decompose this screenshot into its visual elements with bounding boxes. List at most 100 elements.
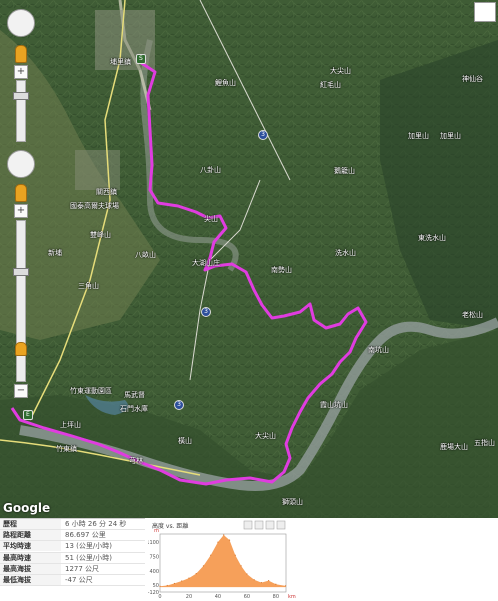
x-tick-label: 40 <box>215 594 221 600</box>
stats-row: 最高時速 51 (公里/小時) <box>0 552 145 564</box>
start-marker[interactable]: S <box>136 54 146 64</box>
place-label: 大尖山 <box>255 432 276 440</box>
stats-label: 最高時速 <box>0 552 61 563</box>
stats-value: 1277 公尺 <box>65 564 100 573</box>
elevation-point <box>260 582 262 584</box>
y-tick-label: 400 <box>149 569 159 575</box>
street-view-pegman-icon[interactable] <box>15 184 27 202</box>
elevation-point <box>210 554 212 556</box>
place-label: 加里山 <box>408 132 429 140</box>
elevation-chart: 110075040050-120020406080mkm <box>148 520 296 600</box>
place-label: 洗水山 <box>335 249 356 257</box>
place-label: 南坑山 <box>368 346 389 354</box>
place-label: 老松山 <box>462 311 483 319</box>
zoom-slider-handle[interactable] <box>13 92 29 100</box>
elevation-chart-title: 高度 vs. 距離 <box>152 523 189 530</box>
stats-label: 歷程 <box>0 519 61 530</box>
x-tick-label: 80 <box>273 594 279 600</box>
place-label: 國泰高爾夫球場 <box>70 202 119 210</box>
zoom-slider-handle[interactable] <box>13 268 29 276</box>
terrain-layer <box>0 0 498 518</box>
y-tick-label: -120 <box>148 590 159 596</box>
elevation-profile-panel: 110075040050-120020406080mkm 高度 vs. 距離 <box>148 518 498 600</box>
pan-control[interactable] <box>7 9 35 37</box>
place-label: 上坪山 <box>60 421 81 429</box>
map-type-toggle[interactable] <box>474 2 496 22</box>
place-label: 大尖山 <box>330 67 351 75</box>
stats-value: 51 (公里/小時) <box>65 553 112 562</box>
zoom-out-icon[interactable] <box>254 520 264 530</box>
zoom-out-button[interactable]: − <box>14 384 28 398</box>
stats-value: 86.697 公里 <box>65 531 106 540</box>
place-label: 三角山 <box>78 282 99 290</box>
elevation-point <box>195 573 197 575</box>
place-label: 大湖山庄 <box>192 259 220 267</box>
stats-row: 路程距離 86.697 公里 <box>0 530 145 542</box>
place-label: 竹東運動園區 <box>70 387 112 395</box>
satellite-map[interactable]: 埔里鎮 鯉魚山 八卦山 尖山 大湖山庄 南勢山 洗水山 鵝籠山 東洗水山 大尖山 紅毛山 加里山 加里山… <box>0 0 498 518</box>
elevation-point <box>217 541 219 543</box>
place-label: 新埔 <box>48 249 62 257</box>
google-logo: Google <box>3 501 51 515</box>
elevation-point <box>188 577 190 579</box>
place-label: 加里山 <box>440 132 461 140</box>
stats-row: 歷程 6 小時 26 分 24 秒 <box>0 519 145 531</box>
elevation-point <box>268 579 270 582</box>
place-label: 橫山 <box>178 437 192 445</box>
street-view-pegman-icon[interactable] <box>15 342 27 356</box>
stats-label: 平均時速 <box>0 541 61 552</box>
elevation-point <box>223 534 225 536</box>
elevation-point <box>159 585 161 587</box>
street-view-pegman-icon[interactable] <box>15 45 27 63</box>
elevation-point <box>246 573 248 575</box>
place-label: 紅毛山 <box>320 81 341 89</box>
stats-label: 最高海拔 <box>0 563 61 574</box>
place-label: 芎林 <box>129 457 143 465</box>
export-icon[interactable] <box>276 520 286 530</box>
end-marker[interactable]: E <box>23 410 33 420</box>
place-label: 神仙谷 <box>462 75 483 83</box>
place-label: 雙峰山 <box>90 231 111 239</box>
x-axis-unit: km <box>288 594 296 600</box>
stats-label: 路程距離 <box>0 530 61 541</box>
elevation-point <box>166 584 168 587</box>
place-label: 尖山 <box>204 215 218 223</box>
elevation-point <box>275 583 277 585</box>
zoom-in-button[interactable]: + <box>14 204 28 218</box>
zoom-slider[interactable] <box>16 220 26 382</box>
x-tick-label: 60 <box>244 594 250 600</box>
place-label: 獅頭山 <box>282 498 303 506</box>
elevation-point <box>240 565 242 567</box>
place-label: 竹東鎮 <box>56 445 77 453</box>
elevation-point <box>234 554 236 556</box>
place-label: 鹿場大山 <box>440 443 468 451</box>
stats-row: 最低海拔 -47 公尺 <box>0 575 145 587</box>
stats-value: -47 公尺 <box>65 576 93 585</box>
place-label: 鯉魚山 <box>215 79 236 87</box>
stats-row: 最高海拔 1277 公尺 <box>0 563 145 575</box>
elevation-point <box>253 579 255 581</box>
elevation-point <box>181 580 183 582</box>
y-tick-label: 50 <box>153 583 159 589</box>
elevation-point <box>202 565 205 567</box>
stats-row: 平均時速 13 (公里/小時) <box>0 541 145 553</box>
reset-icon[interactable] <box>265 520 275 530</box>
zoom-in-button[interactable]: + <box>14 65 28 79</box>
place-label: 八畝山 <box>135 251 156 259</box>
place-label: 霞山坑山 <box>320 401 348 409</box>
highway-shield: 3 <box>174 400 184 410</box>
track-stats-table: 歷程 6 小時 26 分 24 秒路程距離 86.697 公里 平均時速 13 (公里/… <box>0 518 145 601</box>
place-label: 鵝籠山 <box>334 167 355 175</box>
place-label: 五指山 <box>474 439 495 447</box>
place-label: 埔里鎮 <box>110 58 131 66</box>
highway-shield: 3 <box>201 307 211 317</box>
x-tick-label: 0 <box>158 594 161 600</box>
zoom-slider[interactable] <box>16 80 26 142</box>
place-label: 東洗水山 <box>418 234 446 242</box>
place-label: 八卦山 <box>200 166 221 174</box>
stats-value: 6 小時 26 分 24 秒 <box>65 520 127 529</box>
zoom-in-icon[interactable] <box>243 520 253 530</box>
x-tick-label: 20 <box>186 594 192 600</box>
place-label: 馬武督 <box>124 391 145 399</box>
pan-control[interactable] <box>7 150 35 178</box>
